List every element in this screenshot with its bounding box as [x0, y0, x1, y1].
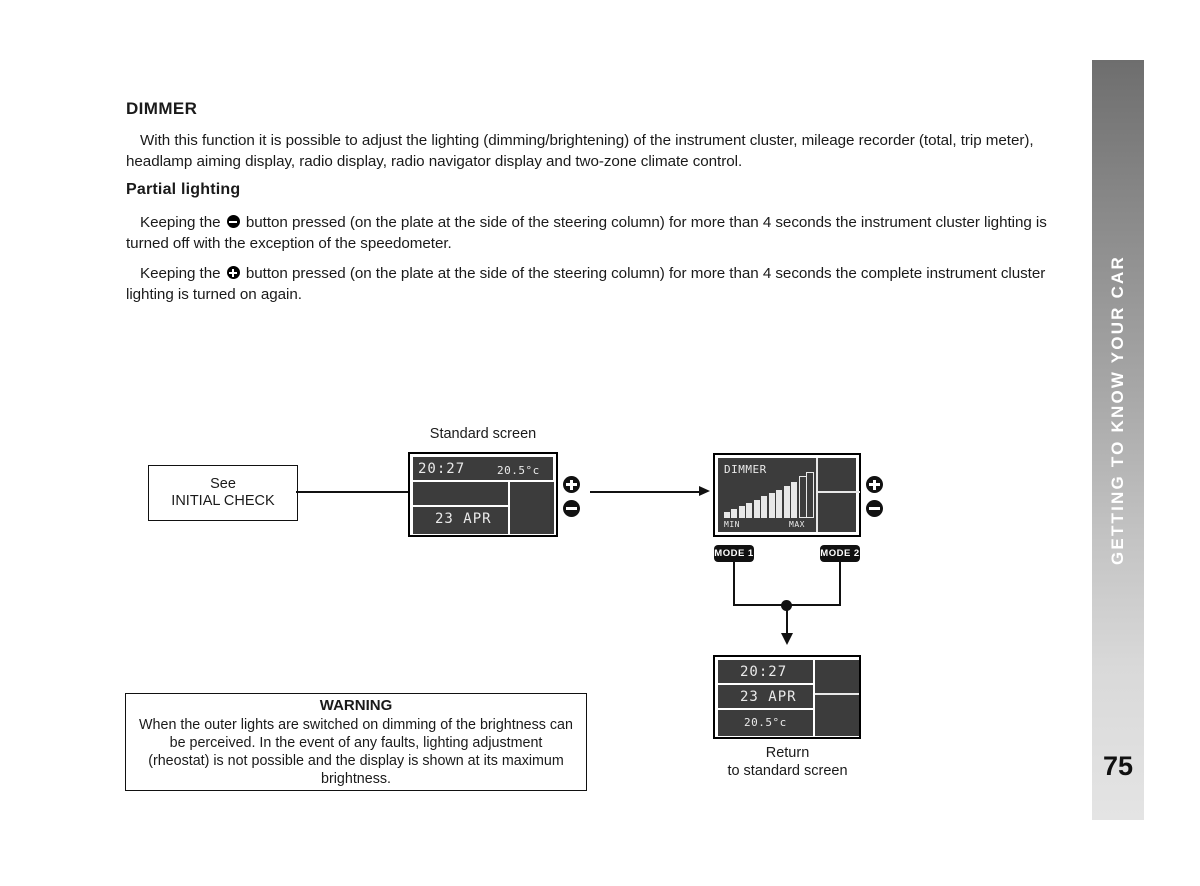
arrow-standard-to-dimmer [699, 486, 710, 496]
connector-mode2-down [839, 562, 841, 606]
dimmer-bar-5 [753, 499, 760, 518]
return-caption: Return to standard screen [700, 744, 875, 780]
dimmer-screen-horizontal-divider [816, 491, 860, 493]
dimmer-max-label: MAX [789, 520, 805, 529]
return-screen-temperature: 20.5°c [744, 716, 787, 729]
standard-screen-mid-left-cell [413, 482, 508, 505]
dimmer-bar-10 [791, 482, 798, 518]
standard-screen-display: 20:27 20.5°c 23 APR [408, 452, 558, 537]
standard-screen-inner: 20:27 20.5°c 23 APR [413, 457, 554, 534]
arrow-to-return-screen [781, 633, 793, 645]
warning-title: WARNING [319, 696, 393, 714]
dimmer-bar-9 [783, 486, 790, 518]
minus-button-standard[interactable] [563, 500, 580, 517]
standard-screen-date: 23 APR [435, 511, 492, 527]
return-screen-inner: 20:27 23 APR 20.5°c [718, 660, 859, 736]
return-caption-line2: to standard screen [727, 763, 848, 779]
initial-check-line2: INITIAL CHECK [171, 493, 275, 509]
plus-button-standard[interactable] [563, 476, 580, 493]
connector-standard-to-dimmer [590, 491, 702, 493]
initial-check-box: See INITIAL CHECK [148, 465, 298, 521]
dimmer-bar-12 [806, 472, 814, 518]
return-screen-date: 23 APR [740, 689, 797, 705]
dimmer-bar-3 [738, 506, 745, 518]
dimmer-bar-4 [746, 502, 753, 518]
plus-button-dimmer[interactable] [866, 476, 883, 493]
dimmer-bar-1 [724, 511, 730, 518]
connector-junction-down [786, 608, 788, 636]
manual-page: GETTING TO KNOW YOUR CAR 75 DIMMER With … [0, 0, 1200, 886]
dimmer-bar-2 [731, 509, 738, 518]
mode-2-button[interactable]: MODE 2 [820, 545, 860, 562]
connector-initial-to-standard [296, 491, 408, 493]
return-screen-right-cell [815, 660, 859, 736]
dimmer-bar-8 [776, 490, 783, 518]
connector-mode1-down [733, 562, 735, 606]
return-caption-line1: Return [765, 745, 810, 761]
return-screen-display: 20:27 23 APR 20.5°c [713, 655, 861, 739]
dimmer-bar-7 [768, 493, 775, 518]
standard-screen-time: 20:27 [418, 461, 466, 477]
dimmer-screen-vertical-divider [816, 458, 818, 532]
standard-screen-label: Standard screen [429, 426, 537, 442]
warning-text: When the outer lights are switched on di… [139, 716, 573, 787]
dimmer-screen-inner: DIMMER MIN MAX [718, 458, 860, 532]
dimmer-bar-6 [761, 496, 768, 518]
dimmer-screen-display: DIMMER MIN MAX [713, 453, 861, 537]
return-screen-right-divider [815, 693, 859, 695]
dimmer-min-label: MIN [724, 520, 740, 529]
warning-box: WARNING When the outer lights are switch… [125, 693, 587, 791]
standard-screen-right-cell [510, 482, 554, 534]
minus-button-dimmer[interactable] [866, 500, 883, 517]
initial-check-line1: See [210, 476, 236, 492]
mode-1-button[interactable]: MODE 1 [714, 545, 754, 562]
standard-screen-temperature: 20.5°c [497, 464, 540, 477]
return-screen-time: 20:27 [740, 664, 788, 680]
dimmer-bar-gauge [724, 472, 814, 518]
